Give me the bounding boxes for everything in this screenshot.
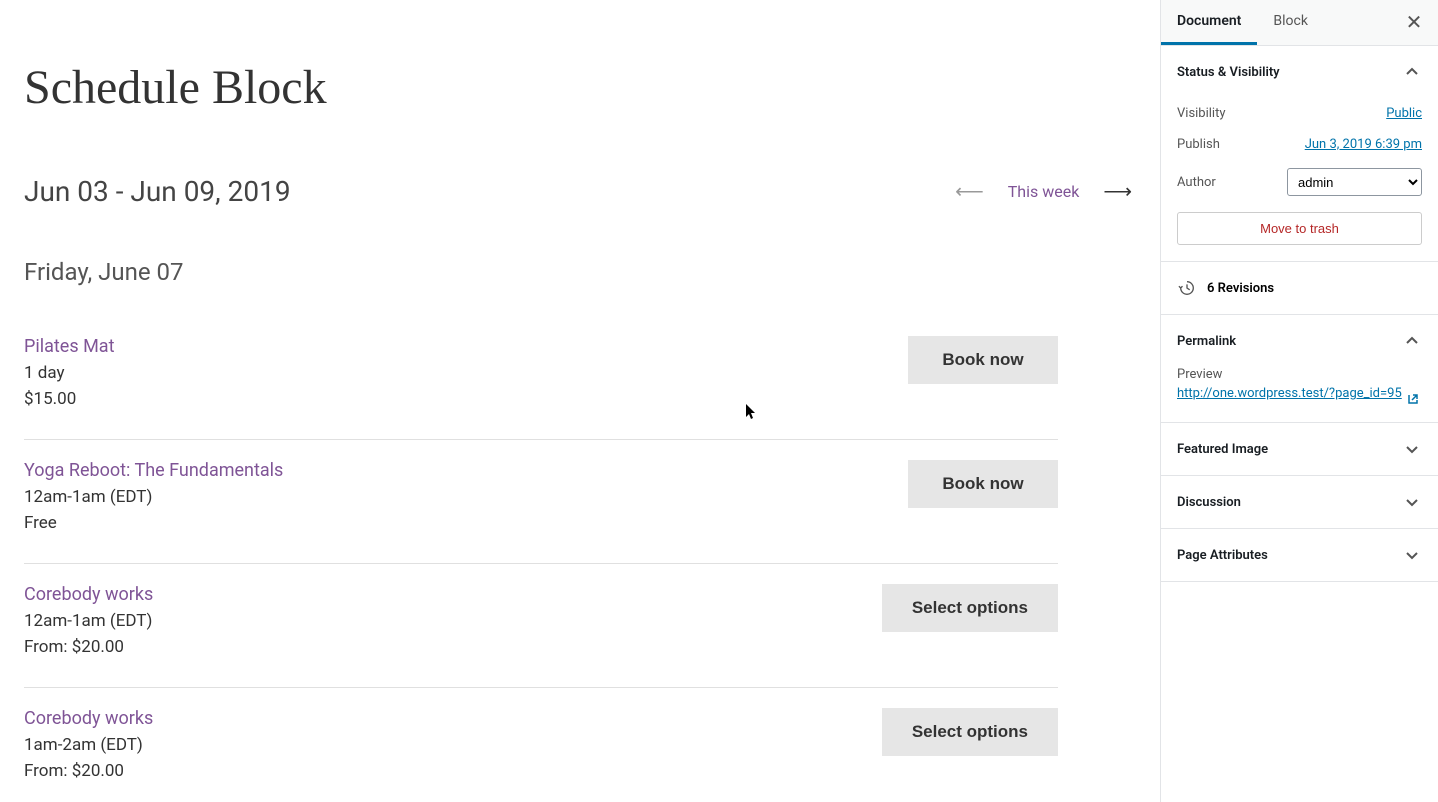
select-options-button[interactable]: Select options — [882, 584, 1058, 632]
author-select[interactable]: admin — [1287, 168, 1422, 196]
event-item: Corebody works 12am-1am (EDT) From: $20.… — [24, 564, 1058, 688]
panel-title: Discussion — [1177, 495, 1241, 510]
chevron-up-icon — [1402, 331, 1422, 351]
chevron-up-icon — [1402, 62, 1422, 82]
revisions-link[interactable]: 6 Revisions — [1161, 262, 1438, 315]
publish-label: Publish — [1177, 137, 1220, 152]
tab-block[interactable]: Block — [1257, 0, 1324, 45]
revisions-text: 6 Revisions — [1207, 281, 1274, 296]
settings-sidebar: Document Block ✕ Status & Visibility Vis… — [1160, 0, 1438, 802]
permalink-url-text: http://one.wordpress.test/?page_id=95 — [1177, 386, 1402, 401]
event-time: 12am-1am (EDT) — [24, 487, 283, 507]
external-link-icon — [1406, 392, 1420, 406]
event-title-link[interactable]: Yoga Reboot: The Fundamentals — [24, 460, 283, 481]
event-title-link[interactable]: Pilates Mat — [24, 336, 114, 357]
permalink-panel-header[interactable]: Permalink — [1161, 315, 1438, 367]
day-heading: Friday, June 07 — [24, 258, 1136, 286]
page-title[interactable]: Schedule Block — [24, 60, 1136, 115]
tab-document[interactable]: Document — [1161, 0, 1257, 45]
panel-title: Permalink — [1177, 334, 1236, 349]
status-visibility-panel-header[interactable]: Status & Visibility — [1161, 46, 1438, 98]
chevron-down-icon — [1402, 545, 1422, 565]
event-time: 1 day — [24, 363, 114, 383]
publish-value-link[interactable]: Jun 3, 2019 6:39 pm — [1305, 137, 1422, 152]
event-price: From: $20.00 — [24, 761, 153, 781]
visibility-value-link[interactable]: Public — [1386, 106, 1422, 121]
move-to-trash-button[interactable]: Move to trash — [1177, 212, 1422, 245]
event-price: From: $20.00 — [24, 637, 153, 657]
date-range: Jun 03 - Jun 09, 2019 — [24, 175, 291, 208]
author-label: Author — [1177, 175, 1216, 190]
book-now-button[interactable]: Book now — [908, 460, 1058, 508]
permalink-url-link[interactable]: http://one.wordpress.test/?page_id=95 — [1177, 386, 1422, 406]
event-title-link[interactable]: Corebody works — [24, 584, 153, 605]
event-list: Pilates Mat 1 day $15.00 Book now Yoga R… — [24, 316, 1058, 802]
book-now-button[interactable]: Book now — [908, 336, 1058, 384]
select-options-button[interactable]: Select options — [882, 708, 1058, 756]
chevron-down-icon — [1402, 439, 1422, 459]
event-time: 1am-2am (EDT) — [24, 735, 153, 755]
chevron-down-icon — [1402, 492, 1422, 512]
event-item: Yoga Reboot: The Fundamentals 12am-1am (… — [24, 440, 1058, 564]
next-week-button[interactable]: ⟶ — [1099, 175, 1136, 208]
panel-title: Featured Image — [1177, 442, 1268, 457]
event-item: Corebody works 1am-2am (EDT) From: $20.0… — [24, 688, 1058, 802]
history-icon — [1177, 278, 1197, 298]
panel-title: Status & Visibility — [1177, 65, 1280, 80]
event-time: 12am-1am (EDT) — [24, 611, 153, 631]
visibility-label: Visibility — [1177, 106, 1226, 121]
this-week-link[interactable]: This week — [1008, 182, 1080, 201]
event-item: Pilates Mat 1 day $15.00 Book now — [24, 316, 1058, 440]
preview-label: Preview — [1177, 367, 1422, 382]
discussion-panel-header[interactable]: Discussion — [1161, 476, 1438, 528]
prev-week-button[interactable]: ⟵ — [951, 175, 988, 208]
featured-image-panel-header[interactable]: Featured Image — [1161, 423, 1438, 475]
panel-title: Page Attributes — [1177, 548, 1268, 563]
event-price: Free — [24, 513, 283, 533]
page-attributes-panel-header[interactable]: Page Attributes — [1161, 529, 1438, 581]
event-price: $15.00 — [24, 389, 114, 409]
event-title-link[interactable]: Corebody works — [24, 708, 153, 729]
close-icon: ✕ — [1406, 10, 1423, 35]
close-sidebar-button[interactable]: ✕ — [1402, 11, 1426, 35]
